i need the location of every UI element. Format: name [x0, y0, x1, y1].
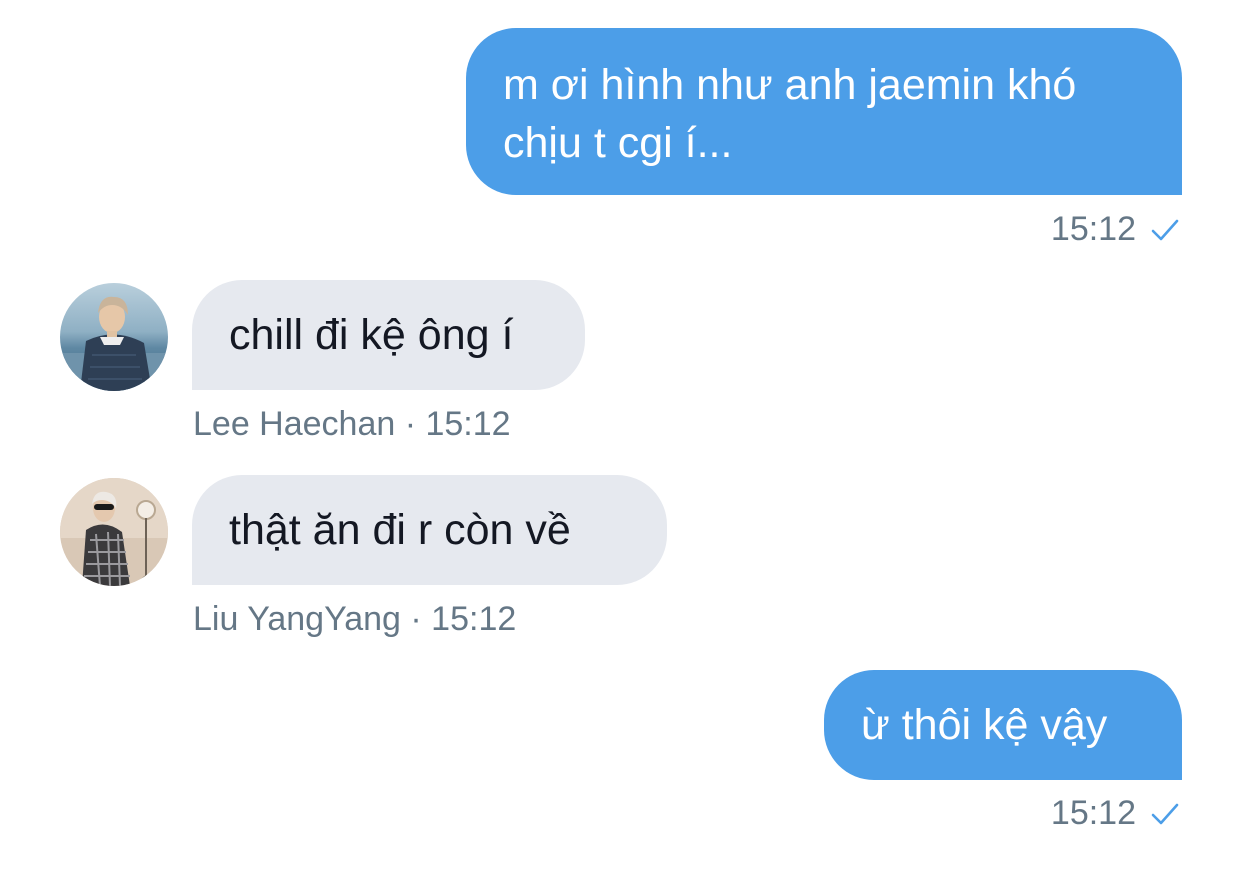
photo-avatar-beach — [60, 283, 168, 391]
message-meta-4: 15:12 — [1051, 794, 1180, 833]
sender-meta: Liu YangYang · 15:12 — [193, 600, 516, 639]
message-text: thật ăn đi r còn về — [229, 506, 571, 554]
message-bubble-received-2[interactable]: chill đi kệ ông í — [192, 280, 585, 390]
sender-meta-text: Liu YangYang · 15:12 — [193, 600, 517, 638]
read-check-icon — [1151, 803, 1179, 824]
message-time: 15:12 — [1050, 210, 1136, 248]
message-text: m ơi hình như anh jaemin khó chịu t cgi … — [503, 61, 1077, 167]
photo-avatar-studio — [60, 478, 168, 586]
avatar[interactable] — [60, 283, 168, 391]
sender-meta-text: Lee Haechan · 15:12 — [193, 405, 511, 443]
message-time: 15:12 — [1050, 794, 1136, 832]
message-bubble-received-3[interactable]: thật ăn đi r còn về — [192, 475, 667, 585]
message-meta-1: 15:12 — [1051, 210, 1180, 249]
message-text: ừ thôi kệ vậy — [861, 701, 1108, 749]
avatar[interactable] — [60, 478, 168, 586]
read-check-icon — [1151, 219, 1179, 240]
message-text: chill đi kệ ông í — [229, 311, 514, 359]
message-bubble-sent-1[interactable]: m ơi hình như anh jaemin khó chịu t cgi … — [466, 28, 1182, 195]
message-bubble-sent-4[interactable]: ừ thôi kệ vậy — [824, 670, 1182, 780]
sender-meta: Lee Haechan · 15:12 — [193, 405, 511, 444]
